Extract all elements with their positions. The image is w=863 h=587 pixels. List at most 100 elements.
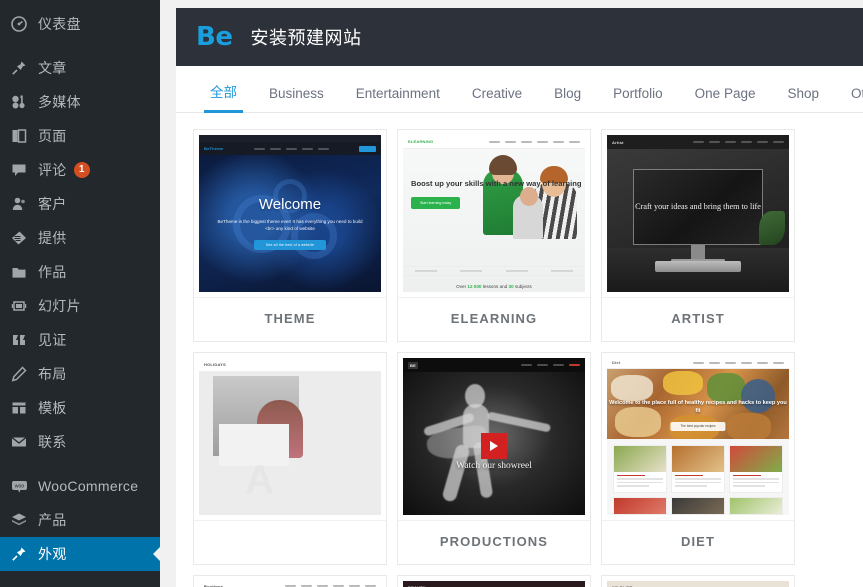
hero-photo <box>473 155 585 268</box>
footer-text-2: lessons and <box>481 284 509 289</box>
mini-nav-links <box>521 364 580 366</box>
tab-creative[interactable]: Creative <box>456 86 538 112</box>
recipe-card <box>729 497 783 515</box>
mini-nav-links <box>693 141 784 143</box>
mini-logo: BE <box>408 361 418 369</box>
card-hero: Welcome to the place full of healthy rec… <box>607 368 789 439</box>
template-icon <box>9 398 29 418</box>
card-title: ELEARNING <box>398 297 590 341</box>
mini-nav: Diet <box>607 358 789 369</box>
website-card-artist[interactable]: Artist Craft your ideas and bring them t… <box>601 129 795 342</box>
sidebar-item-label: 作品 <box>38 264 67 280</box>
recipe-card <box>613 497 667 515</box>
tab-blog[interactable]: Blog <box>538 86 597 112</box>
product-icon <box>9 510 29 530</box>
category-tabs: 全部 Business Entertainment Creative Blog … <box>176 66 863 113</box>
imac-mockup: Craft your ideas and bring them to life <box>633 169 763 262</box>
pencil-icon <box>9 364 29 384</box>
tab-label: Entertainment <box>355 86 440 101</box>
tab-entertainment[interactable]: Entertainment <box>340 86 456 112</box>
mini-nav: ELEARNING <box>403 135 585 149</box>
mini-logo: BeTheme <box>204 146 224 151</box>
plant-prop <box>759 211 785 245</box>
hero-heading: Welcome <box>258 195 322 213</box>
sidebar-divider <box>0 459 160 469</box>
mini-nav-links <box>253 147 329 150</box>
sidebar-item-templates[interactable]: 模板 <box>0 391 160 425</box>
card-thumbnail: Diet Welcome to the place full of health… <box>607 358 789 515</box>
sidebar-item-label: 模板 <box>38 400 67 416</box>
tab-shop[interactable]: Shop <box>771 86 835 112</box>
hero-heading: Watch our showreel <box>456 460 532 471</box>
hero-footer-text: Over 12 000 lessons and 30 subjects <box>403 284 585 289</box>
website-card-elearning[interactable]: ELEARNING Boost up your skills with a ne… <box>397 129 591 342</box>
tab-label: Shop <box>787 86 819 101</box>
sidebar-item-slider[interactable]: 幻灯片 <box>0 289 160 323</box>
mini-logo: ELEARNING <box>408 139 434 144</box>
card-thumbnail: BeTheme Welcome BeTheme is the biggest t… <box>199 135 381 292</box>
sidebar-item-label: 提供 <box>38 230 67 246</box>
tab-label: 全部 <box>210 85 237 100</box>
sidebar-item-label: 文章 <box>38 60 67 76</box>
tab-business[interactable]: Business <box>253 86 340 112</box>
media-icon <box>9 92 29 112</box>
mail-icon <box>9 432 29 452</box>
sidebar-item-label: 外观 <box>38 546 67 562</box>
sidebar-item-label: WooCommerce <box>38 478 139 494</box>
mini-nav: Boutique <box>199 581 381 587</box>
recipe-card-list <box>607 439 789 493</box>
website-card-beauty[interactable]: BEAUTY We pure <box>397 575 591 587</box>
sidebar-item-testimonials[interactable]: 见证 <box>0 323 160 357</box>
tab-all[interactable]: 全部 <box>194 81 253 113</box>
website-card-productions[interactable]: BE Watch our showreel PRODUCTIONS <box>397 352 591 565</box>
sidebar-item-contact[interactable]: 联系 <box>0 425 160 459</box>
recipe-card <box>671 497 725 515</box>
pin-icon <box>9 58 29 78</box>
mini-nav: BEAUTY <box>403 581 585 587</box>
tab-portfolio[interactable]: Portfolio <box>597 86 679 112</box>
sidebar-item-clients[interactable]: 客户 <box>0 187 160 221</box>
card-thumbnail: ELEARNING Boost up your skills with a ne… <box>403 135 585 292</box>
sidebar-item-comments[interactable]: 评论 1 <box>0 153 160 187</box>
tab-other[interactable]: Other <box>835 86 863 112</box>
sidebar-item-posts[interactable]: 文章 <box>0 51 160 85</box>
keyboard-prop <box>655 261 741 272</box>
mini-logo: Artist <box>612 139 624 145</box>
feature-strip <box>403 266 585 276</box>
mini-nav: WILDLIFE <box>607 581 789 587</box>
card-hero: Watch our showreel <box>403 372 585 515</box>
offer-icon <box>9 228 29 248</box>
sidebar-item-appearance[interactable]: 外观 <box>0 537 160 571</box>
sidebar-item-offer[interactable]: 提供 <box>0 221 160 255</box>
sidebar-item-dashboard[interactable]: 仪表盘 <box>0 7 160 41</box>
card-thumbnail: WILDLIFE <box>607 581 789 587</box>
sidebar-item-label: 布局 <box>38 366 67 382</box>
sidebar-item-portfolio[interactable]: 作品 <box>0 255 160 289</box>
tab-one-page[interactable]: One Page <box>679 86 772 112</box>
slider-icon <box>9 296 29 316</box>
mini-nav: HOLIDAYS <box>199 358 381 372</box>
website-card-diet[interactable]: Diet Welcome to the place full of health… <box>601 352 795 565</box>
website-grid: BeTheme Welcome BeTheme is the biggest t… <box>176 113 863 587</box>
website-card-theme[interactable]: BeTheme Welcome BeTheme is the biggest t… <box>193 129 387 342</box>
tab-label: One Page <box>694 86 756 101</box>
mini-nav-links <box>693 361 784 364</box>
sidebar-item-media[interactable]: 多媒体 <box>0 85 160 119</box>
sidebar-item-products[interactable]: 产品 <box>0 503 160 537</box>
prebuilt-websites-panel: Be 安装预建网站 全部 Business Entertainment Crea… <box>176 8 863 587</box>
website-card-wildlife[interactable]: WILDLIFE <box>601 575 795 587</box>
website-card-boutique[interactable]: Boutique Boutique filled with ideas <box>193 575 387 587</box>
sidebar-item-layouts[interactable]: 布局 <box>0 357 160 391</box>
card-title: PRODUCTIONS <box>398 520 590 564</box>
betheme-logo: Be <box>196 22 233 52</box>
hero-text-block: Boost up your skills with a new way of l… <box>411 179 581 210</box>
recipe-card <box>613 444 667 493</box>
play-button[interactable] <box>481 433 507 460</box>
sidebar-item-woocommerce[interactable]: woo WooCommerce <box>0 469 160 503</box>
mini-nav: BeTheme <box>199 142 381 155</box>
website-card-holidays[interactable]: HOLIDAYS A <box>193 352 387 565</box>
sidebar-item-pages[interactable]: 页面 <box>0 119 160 153</box>
appearance-pin-icon <box>9 544 29 564</box>
main-content: Be 安装预建网站 全部 Business Entertainment Crea… <box>160 0 863 587</box>
portfolio-icon <box>9 262 29 282</box>
